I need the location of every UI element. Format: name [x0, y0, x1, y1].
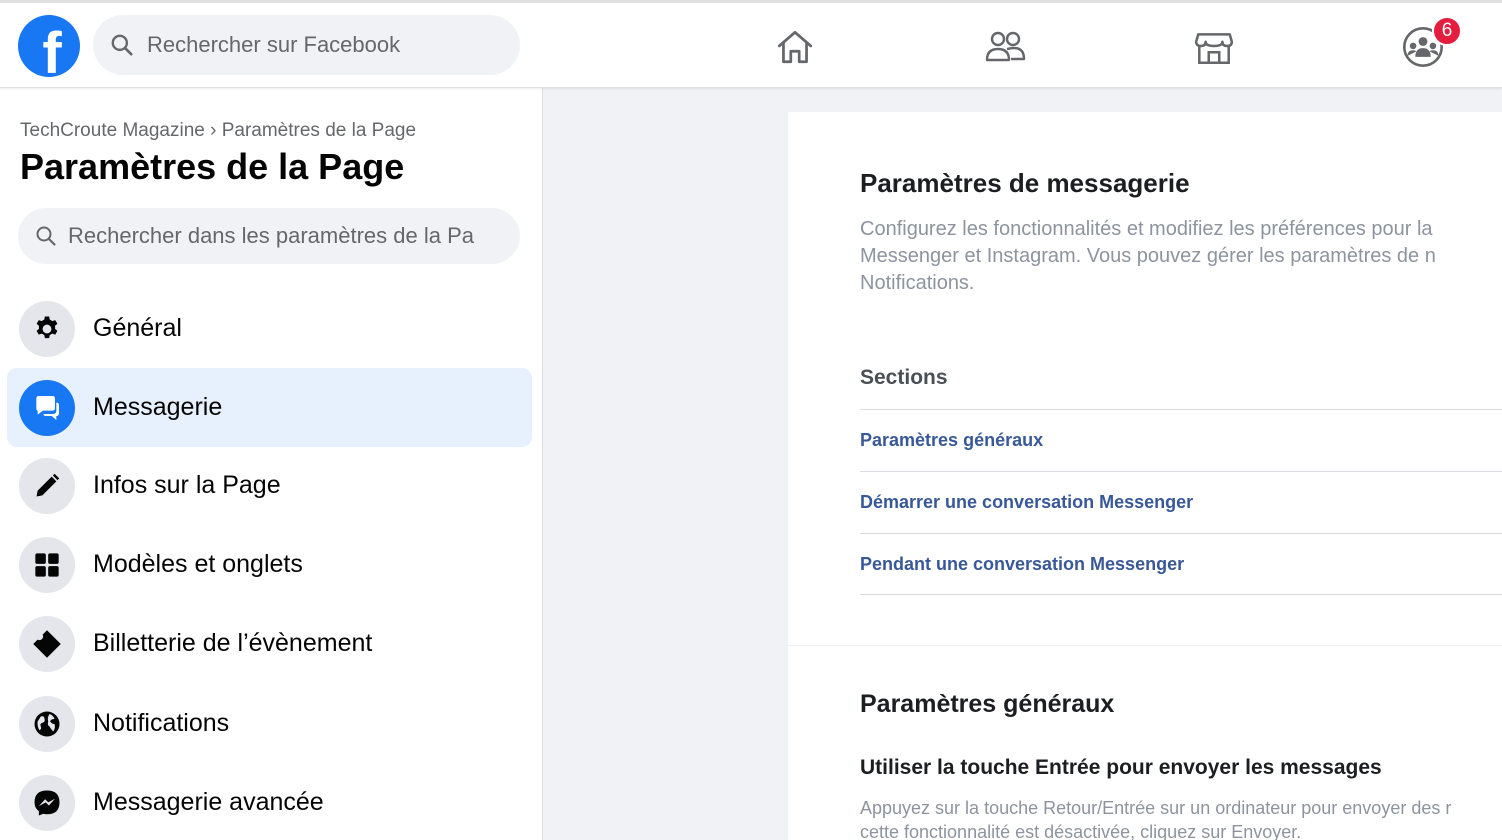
grid-icon: [19, 536, 75, 593]
top-navigation-bar: f 6: [0, 0, 1502, 88]
messaging-settings-description: Configurez les fonctionnalités et modifi…: [860, 216, 1502, 297]
sidebar-item-label: Billetterie de l’évènement: [93, 629, 373, 657]
description-line: Configurez les fonctionnalités et modifi…: [860, 218, 1433, 240]
description-line: Appuyez sur la touche Retour/Entrée sur …: [860, 798, 1452, 818]
messenger-icon: [19, 774, 75, 831]
sidebar-item-advanced-messaging[interactable]: Messagerie avancée: [7, 763, 532, 840]
gear-icon: [19, 300, 75, 357]
globe-icon: [19, 695, 75, 752]
general-settings-title: Paramètres généraux: [860, 690, 1115, 718]
friends-icon[interactable]: [983, 25, 1027, 69]
sidebar-item-label: Général: [93, 314, 182, 342]
enter-key-setting-description: Appuyez sur la touche Retour/Entrée sur …: [860, 796, 1451, 840]
pencil-icon: [19, 457, 75, 514]
sidebar-item-label: Messagerie avancée: [93, 788, 324, 816]
sidebar-item-label: Notifications: [93, 709, 230, 737]
ticket-icon: [19, 615, 75, 672]
section-link-start-conversation[interactable]: Démarrer une conversation Messenger: [860, 471, 1502, 533]
enter-key-setting-title: Utiliser la touche Entrée pour envoyer l…: [860, 756, 1382, 779]
general-settings-panel: Paramètres généraux Utiliser la touche E…: [788, 645, 1502, 840]
breadcrumb[interactable]: TechCroute Magazine › Paramètres de la P…: [20, 120, 416, 142]
sidebar-item-label: Modèles et onglets: [93, 550, 303, 578]
settings-search-input[interactable]: [68, 223, 508, 249]
description-line: Notifications.: [860, 272, 975, 294]
sidebar-item-event-ticketing[interactable]: Billetterie de l’évènement: [7, 604, 532, 683]
description-line: cette fonctionnalité est désactivée, cli…: [860, 822, 1302, 840]
settings-sidebar: TechCroute Magazine › Paramètres de la P…: [0, 88, 543, 840]
description-line: Messenger et Instagram. Vous pouvez gére…: [860, 245, 1436, 267]
sidebar-item-label: Infos sur la Page: [93, 471, 281, 499]
home-icon[interactable]: [773, 25, 817, 69]
facebook-logo[interactable]: f: [18, 15, 80, 77]
facebook-logo-letter: f: [42, 21, 62, 78]
section-link-general-settings[interactable]: Paramètres généraux: [860, 409, 1502, 471]
notification-badge: 6: [1432, 16, 1462, 46]
divider: [860, 594, 1502, 595]
search-icon: [111, 34, 133, 56]
chat-bubbles-icon: [19, 379, 75, 436]
facebook-search-input[interactable]: [147, 32, 487, 58]
facebook-search-bar[interactable]: [93, 15, 520, 75]
messaging-settings-panel: Paramètres de messagerie Configurez les …: [788, 112, 1502, 645]
marketplace-icon[interactable]: [1192, 25, 1236, 69]
sidebar-item-templates-tabs[interactable]: Modèles et onglets: [7, 525, 532, 604]
sidebar-item-notifications[interactable]: Notifications: [7, 684, 532, 763]
sidebar-item-messaging[interactable]: Messagerie: [7, 368, 532, 447]
sidebar-item-general[interactable]: Général: [7, 289, 532, 368]
search-icon: [36, 226, 56, 246]
sidebar-item-label: Messagerie: [93, 393, 223, 421]
page-title: Paramètres de la Page: [20, 146, 405, 187]
sections-heading: Sections: [860, 366, 948, 389]
settings-search-bar[interactable]: [18, 208, 520, 264]
messaging-settings-title: Paramètres de messagerie: [860, 168, 1190, 198]
section-link-during-conversation[interactable]: Pendant une conversation Messenger: [860, 533, 1502, 595]
sidebar-item-page-info[interactable]: Infos sur la Page: [7, 446, 532, 525]
